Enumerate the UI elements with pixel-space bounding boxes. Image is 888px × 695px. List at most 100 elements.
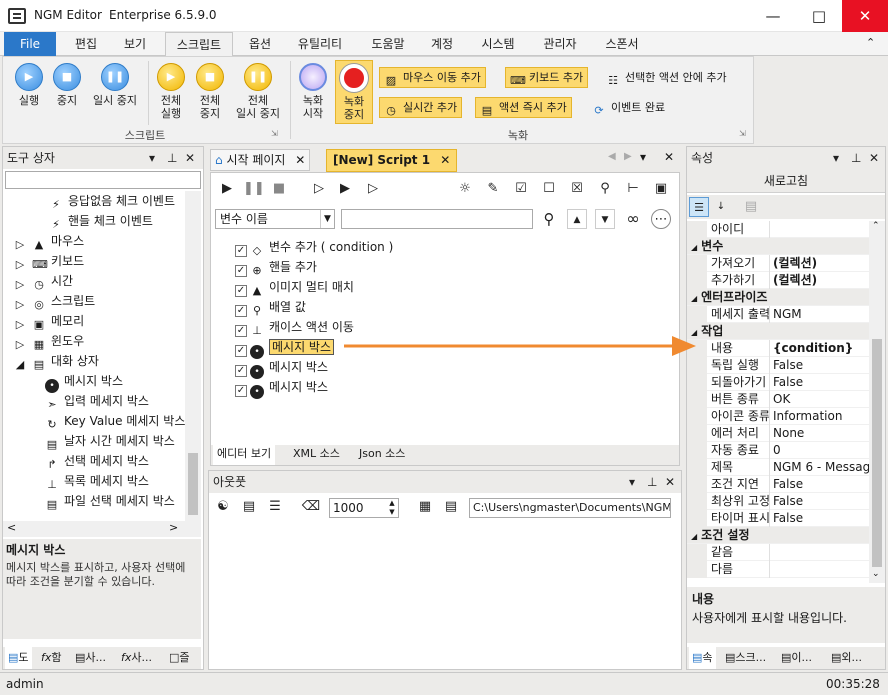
edit-icon[interactable]: ✎ xyxy=(483,179,503,199)
property-row[interactable]: 버튼 종류 OK xyxy=(687,391,869,408)
column-divider[interactable] xyxy=(769,544,770,561)
list-item[interactable]: • 메시지 박스 xyxy=(45,371,123,393)
property-value[interactable]: {condition} xyxy=(773,340,869,357)
column-divider[interactable] xyxy=(769,374,770,391)
stop-all-button[interactable]: ■ 전체 중지 xyxy=(189,63,231,120)
expand-arrow-icon[interactable]: ▷ xyxy=(13,238,27,252)
property-row[interactable]: 에러 처리 None xyxy=(687,425,869,442)
tab-options[interactable]: 옵션 xyxy=(240,32,280,56)
dropdown-icon[interactable]: ▾ xyxy=(640,150,646,164)
column-divider[interactable] xyxy=(769,476,770,493)
tree-node-window[interactable]: ▷ ▦ 윈도우 xyxy=(13,331,84,351)
tab-file[interactable]: File xyxy=(4,32,56,56)
property-category[interactable]: ◢ 조건 설정 xyxy=(687,527,869,544)
checkbox[interactable]: ✓ xyxy=(235,365,247,377)
list-item[interactable]: ↱ 선택 메세지 박스 xyxy=(45,451,149,471)
categorized-icon[interactable]: ☰ xyxy=(689,197,709,217)
stop-button[interactable]: ■ 중지 xyxy=(45,63,89,107)
action-item[interactable]: ✓ ⊥ 캐이스 액션 이동 xyxy=(235,317,354,337)
tab-user-functions[interactable]: fx사... xyxy=(121,647,152,669)
property-pages-icon[interactable]: ▤ xyxy=(741,197,761,217)
interval-input[interactable]: 1000 ▲ ▼ xyxy=(329,498,399,518)
eraser-icon[interactable]: ⌫ xyxy=(301,497,321,517)
column-divider[interactable] xyxy=(769,357,770,374)
property-value[interactable]: False xyxy=(773,510,869,527)
expand-arrow-icon[interactable]: ▷ xyxy=(13,298,27,312)
spin-icon[interactable]: ▲ ▼ xyxy=(386,499,398,517)
property-value[interactable]: NGM 6 - Message xyxy=(773,459,869,476)
column-divider[interactable] xyxy=(769,459,770,476)
scrollbar-thumb[interactable] xyxy=(188,453,198,515)
minimize-button[interactable]: — xyxy=(750,0,796,32)
run-all-button[interactable]: ▶ 전체 실행 xyxy=(150,63,192,120)
vertical-scrollbar[interactable]: ⌃ ⌄ xyxy=(869,221,885,583)
list-item[interactable]: ▤ 날자 시간 메세지 박스 xyxy=(45,431,175,451)
list-item[interactable]: ▤ 파일 선택 메세지 박스 xyxy=(45,491,175,511)
column-divider[interactable] xyxy=(769,493,770,510)
column-divider[interactable] xyxy=(769,340,770,357)
tree-node-memory[interactable]: ▷ ▣ 메모리 xyxy=(13,311,84,331)
monitor-icon[interactable]: ▣ xyxy=(651,179,671,199)
dropdown-icon[interactable]: ▾ xyxy=(149,147,155,169)
column-divider[interactable] xyxy=(769,442,770,459)
toolbox-search-input[interactable] xyxy=(5,171,201,189)
action-item[interactable]: ✓ • 메시지 박스 xyxy=(235,357,328,379)
property-value[interactable]: False xyxy=(773,374,869,391)
pin-icon[interactable]: ⊥ xyxy=(167,147,177,169)
horizontal-scrollbar[interactable]: < > xyxy=(3,521,201,537)
tab-edit[interactable]: 편집 xyxy=(64,32,108,56)
expand-arrow-icon[interactable]: ▷ xyxy=(13,278,27,292)
tab-xml-source[interactable]: XML 소스 xyxy=(293,443,340,465)
clean-icon[interactable]: ☯ xyxy=(213,497,233,517)
scroll-tabs-right-icon[interactable]: ▶ xyxy=(624,151,632,162)
expand-icon[interactable]: ⇲ xyxy=(271,129,278,138)
list-icon[interactable]: ☰ xyxy=(265,497,285,517)
list-item[interactable]: ⊥ 목록 메세지 박스 xyxy=(45,471,149,491)
play-selected-icon[interactable]: ▶ xyxy=(335,179,355,199)
close-tab-icon[interactable]: ✕ xyxy=(440,153,450,167)
checkbox[interactable]: ✓ xyxy=(235,305,247,317)
record-start-button[interactable]: 녹화 시작 xyxy=(295,63,331,120)
column-divider[interactable] xyxy=(769,221,770,238)
variable-select[interactable]: 변수 이름 ▼ xyxy=(215,209,335,229)
search-input[interactable] xyxy=(341,209,533,229)
pause-button[interactable]: ❚❚ 일시 중지 xyxy=(87,63,143,107)
sort-alpha-icon[interactable]: ↓ xyxy=(711,197,731,217)
expand-arrow-icon[interactable]: ▷ xyxy=(13,318,27,332)
checkbox[interactable]: ✓ xyxy=(235,325,247,337)
close-button[interactable]: ✕ xyxy=(842,0,888,32)
property-category[interactable]: ◢ 변수 xyxy=(687,238,869,255)
property-row[interactable]: 아이콘 종류 Information xyxy=(687,408,869,425)
property-row[interactable]: 조건 지연 False xyxy=(687,476,869,493)
dropdown-icon[interactable]: ▾ xyxy=(833,147,839,169)
tab-script[interactable]: 스크립트 xyxy=(165,32,233,57)
tab-favorites[interactable]: □즐 xyxy=(169,647,190,669)
property-value[interactable]: OK xyxy=(773,391,869,408)
tab-json-source[interactable]: Json 소스 xyxy=(359,443,405,465)
infinity-icon[interactable]: ∞ xyxy=(623,209,643,229)
property-row[interactable]: 자동 종료 0 xyxy=(687,442,869,459)
property-row[interactable]: 최상위 고정 False xyxy=(687,493,869,510)
property-value[interactable]: None xyxy=(773,425,869,442)
new-file-icon[interactable]: ▤ xyxy=(239,497,259,517)
property-row[interactable]: 같음 xyxy=(687,544,869,561)
action-item[interactable]: ✓ ⊕ 핸들 추가 xyxy=(235,257,317,277)
property-value[interactable]: Information xyxy=(773,408,869,425)
expand-icon[interactable]: ⇲ xyxy=(739,129,746,138)
collapse-ribbon-icon[interactable]: ⌃ xyxy=(866,36,875,49)
list-item[interactable]: ⚡ 응답없음 체크 이벤트 xyxy=(49,191,175,211)
scroll-up-icon[interactable]: ⌃ xyxy=(872,221,880,231)
property-value[interactable]: (컬렉션) xyxy=(773,255,869,272)
check-icon[interactable]: ☐ xyxy=(539,179,559,199)
list-item[interactable]: ⚡ 핸들 체크 이벤트 xyxy=(49,211,153,231)
column-divider[interactable] xyxy=(769,408,770,425)
delete-icon[interactable]: ☒ xyxy=(567,179,587,199)
pin-icon[interactable]: ⊥ xyxy=(851,147,861,169)
close-icon[interactable]: ✕ xyxy=(665,471,675,493)
tab-system[interactable]: 시스템 xyxy=(474,32,522,56)
action-item[interactable]: ✓ • 메시지 박스 xyxy=(235,377,328,399)
tab-screen[interactable]: ▤스크... xyxy=(725,647,766,669)
add-keyboard-button[interactable]: ⌨ 키보드 추가 xyxy=(505,67,589,88)
action-item[interactable]: ✓ ◇ 변수 추가 ( condition ) xyxy=(235,237,393,257)
tree-node-keyboard[interactable]: ▷ ⌨ 키보드 xyxy=(13,251,84,271)
